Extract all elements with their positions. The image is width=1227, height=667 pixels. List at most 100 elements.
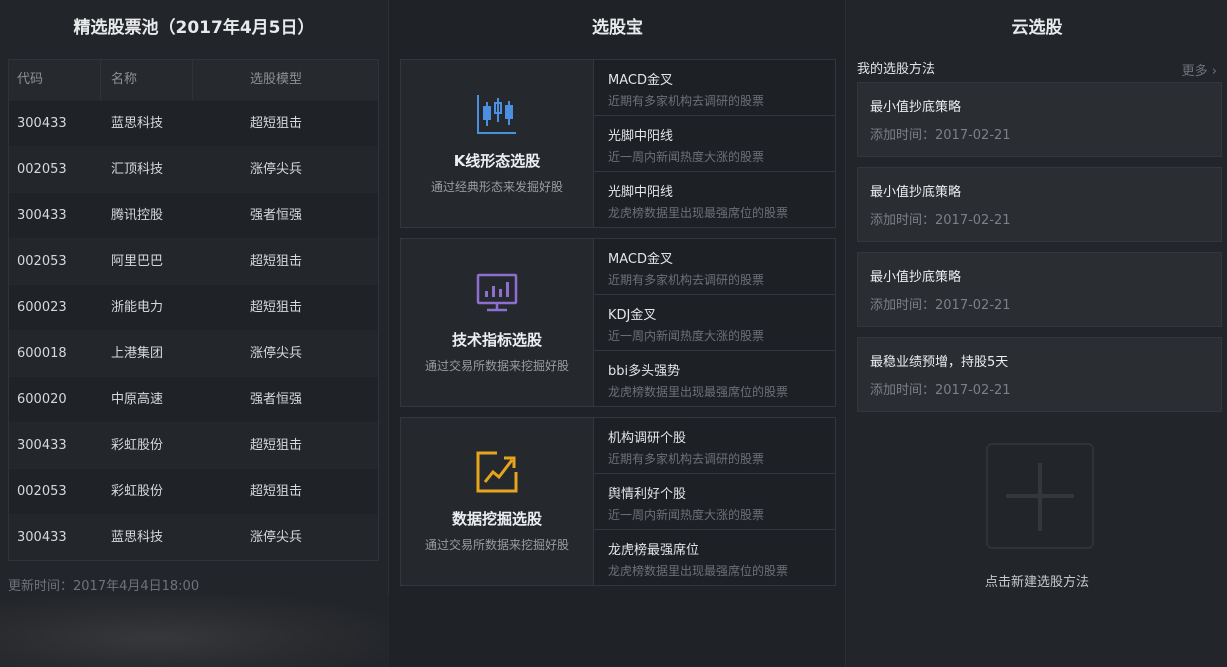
card-title: 数据挖掘选股 (451, 510, 542, 528)
stock-name: 中原高速 (111, 392, 164, 407)
strategy-item[interactable]: 最小值抄底策略 添加时间：2017-02-21 (857, 252, 1222, 327)
table-row[interactable]: 600020 中原高速 强者恒强 (9, 376, 378, 422)
candlestick-icon (475, 92, 519, 136)
card-title: 技术指标选股 (451, 331, 542, 349)
strategy-card: 技术指标选股 通过交易所数据来挖掘好股 MACD金叉 近期有多家机构去调研的股票 KDJ… (400, 238, 836, 407)
card-item-list: MACD金叉 近期有多家机构去调研的股票 KDJ金叉 近一周内新闻热度大涨的股票 bbi… (594, 239, 835, 406)
card-summary[interactable]: 技术指标选股通过交易所数据来挖掘好股 (401, 239, 594, 406)
item-description: 近一周内新闻热度大涨的股票 (608, 329, 765, 343)
header-code: 代码 (9, 60, 101, 100)
table-header: 代码 名称 选股模型 (9, 60, 378, 100)
stock-model: 强者恒强 (250, 208, 303, 223)
header-name: 名称 (101, 60, 193, 100)
strategy-item[interactable]: 最小值抄底策略 添加时间：2017-02-21 (857, 82, 1222, 157)
card-summary[interactable]: K线形态选股通过经典形态来发掘好股 (401, 60, 594, 227)
stock-code: 300433 (17, 530, 67, 545)
stock-model: 涨停尖兵 (250, 530, 303, 545)
stock-code: 300433 (17, 438, 67, 453)
item-title: 龙虎榜最强席位 (608, 543, 700, 558)
strategy-item[interactable]: 最小值抄底策略添加时间：2017-02-21 (857, 167, 1222, 242)
stock-code: 300433 (17, 116, 67, 131)
list-item[interactable]: MACD金叉近期有多家机构去调研的股票 (594, 239, 835, 295)
stock-code: 002053 (17, 484, 67, 499)
stock-name: 彩虹股份 (111, 484, 164, 499)
card-description: 通过经典形态来发掘好股 (430, 180, 563, 194)
item-title: KDJ金叉 (608, 308, 657, 323)
item-description: 近一周内新闻热度大涨的股票 (608, 508, 765, 522)
stock-model: 涨停尖兵 (250, 346, 303, 361)
add-method-label[interactable]: 点击新建选股方法 (847, 571, 1227, 590)
item-description: 龙虎榜数据里出现最强席位的股票 (608, 564, 789, 578)
table-row[interactable]: 600018 上港集团 涨停尖兵 (9, 330, 378, 376)
stock-name: 浙能电力 (111, 300, 164, 315)
background-smudge (0, 595, 389, 667)
stock-name: 阿里巴巴 (111, 254, 164, 269)
table-row[interactable]: 600023 浙能电力 超短狙击 (9, 284, 378, 330)
item-title: MACD金叉 (608, 252, 673, 267)
stock-name: 蓝思科技 (111, 116, 164, 131)
item-title: bbi多头强势 (608, 364, 681, 379)
strategy-added-time: 添加时间：2017-02-21 (870, 213, 1011, 228)
stock-model: 超短狙击 (250, 254, 303, 269)
stock-name: 腾讯控股 (111, 208, 164, 223)
stock-name: 上港集团 (111, 346, 164, 361)
table-row[interactable]: 300433 彩虹股份 超短狙击 (9, 422, 378, 468)
table-row[interactable]: 300433 腾讯控股 强者恒强 (9, 192, 378, 238)
more-link[interactable]: 更多 › (1182, 60, 1217, 79)
card-summary[interactable]: 数据挖掘选股通过交易所数据来挖掘好股 (401, 418, 594, 585)
item-title: 舆情利好个股 (608, 487, 687, 502)
list-item[interactable]: 光脚中阳线 近一周内新闻热度大涨的股票 (594, 116, 835, 172)
add-method-button[interactable] (986, 443, 1094, 549)
trend-chart-icon (475, 450, 519, 494)
my-methods-label: 我的选股方法 (857, 62, 936, 77)
strategy-card: K线形态选股 通过经典形态来发掘好股 MACD金叉 近期有多家机构去调研的股票 光脚中阳… (400, 59, 836, 228)
cloud-picker-panel: 云选股 我的选股方法 更多 › 最小值抄底策略 添加时间：2017-02-21 最小… (847, 0, 1227, 667)
list-item[interactable]: bbi多头强势龙虎榜数据里出现最强席位的股票 (594, 351, 835, 406)
stock-name: 彩虹股份 (111, 438, 164, 453)
stock-model: 涨停尖兵 (250, 162, 303, 177)
stock-model: 超短狙击 (250, 300, 303, 315)
stock-code: 300433 (17, 208, 67, 223)
item-title: MACD金叉 (608, 73, 673, 88)
update-time: 更新时间：2017年4月4日18:00 (8, 579, 200, 594)
monitor-chart-icon (475, 271, 519, 315)
item-description: 龙虎榜数据里出现最强席位的股票 (608, 385, 789, 399)
strategy-name: 最小值抄底策略 (870, 185, 962, 200)
card-item-list: MACD金叉 近期有多家机构去调研的股票 光脚中阳线 近一周内新闻热度大涨的股票 光脚中… (594, 60, 835, 227)
strategy-added-time: 添加时间：2017-02-21 (870, 383, 1011, 398)
stock-model: 超短狙击 (250, 484, 303, 499)
item-title: 光脚中阳线 (608, 129, 674, 144)
card-description: 通过交易所数据来挖掘好股 (424, 359, 569, 373)
table-row[interactable]: 300433 蓝思科技 涨停尖兵 (9, 514, 378, 560)
list-item[interactable]: MACD金叉近期有多家机构去调研的股票 (594, 60, 835, 116)
card-item-list: 机构调研个股 近期有多家机构去调研的股票 舆情利好个股 近一周内新闻热度大涨的股票 龙虎… (594, 418, 835, 585)
card-description: 通过交易所数据来挖掘好股 (424, 538, 569, 552)
list-item[interactable]: 光脚中阳线龙虎榜数据里出现最强席位的股票 (594, 172, 835, 227)
stock-model: 超短狙击 (250, 438, 303, 453)
stock-model: 超短狙击 (250, 116, 303, 131)
item-title: 光脚中阳线 (608, 185, 674, 200)
item-title: 机构调研个股 (608, 431, 687, 446)
stock-pool-title: 精选股票池（2017年4月5日） (73, 18, 315, 38)
strategy-card: 数据挖掘选股 通过交易所数据来挖掘好股 机构调研个股 近期有多家机构去调研的股票 舆情利… (400, 417, 836, 586)
list-item[interactable]: KDJ金叉近一周内新闻热度大涨的股票 (594, 295, 835, 351)
stock-pool-panel: 精选股票池（2017年4月5日） 代码 名称 选股模型 300433 蓝思科技 超短… (0, 0, 389, 667)
item-description: 近期有多家机构去调研的股票 (608, 94, 765, 108)
stock-code: 600018 (17, 346, 67, 361)
list-item[interactable]: 舆情利好个股近一周内新闻热度大涨的股票 (594, 474, 835, 530)
list-item[interactable]: 机构调研个股 近期有多家机构去调研的股票 (594, 418, 835, 474)
table-row[interactable]: 002053 汇顶科技 涨停尖兵 (9, 146, 378, 192)
table-row[interactable]: 300433 蓝思科技 超短狙击 (9, 100, 378, 146)
stock-table: 代码 名称 选股模型 300433 蓝思科技 超短狙击 002053 汇顶科技 涨停尖兵 3… (8, 59, 379, 561)
stock-model: 强者恒强 (250, 392, 303, 407)
strategy-name: 最小值抄底策略 (870, 100, 962, 115)
header-model: 选股模型 (250, 72, 303, 87)
item-description: 龙虎榜数据里出现最强席位的股票 (608, 206, 789, 220)
stock-name: 汇顶科技 (111, 162, 164, 177)
item-description: 近期有多家机构去调研的股票 (608, 273, 765, 287)
list-item[interactable]: 龙虎榜最强席位龙虎榜数据里出现最强席位的股票 (594, 530, 835, 585)
table-row[interactable]: 002053 阿里巴巴 超短狙击 (9, 238, 378, 284)
table-row[interactable]: 002053 彩虹股份 超短狙击 (9, 468, 378, 514)
strategy-item[interactable]: 最稳业绩预增，持股5天 添加时间：2017-02-21 (857, 337, 1222, 412)
card-title: K线形态选股 (453, 152, 541, 170)
